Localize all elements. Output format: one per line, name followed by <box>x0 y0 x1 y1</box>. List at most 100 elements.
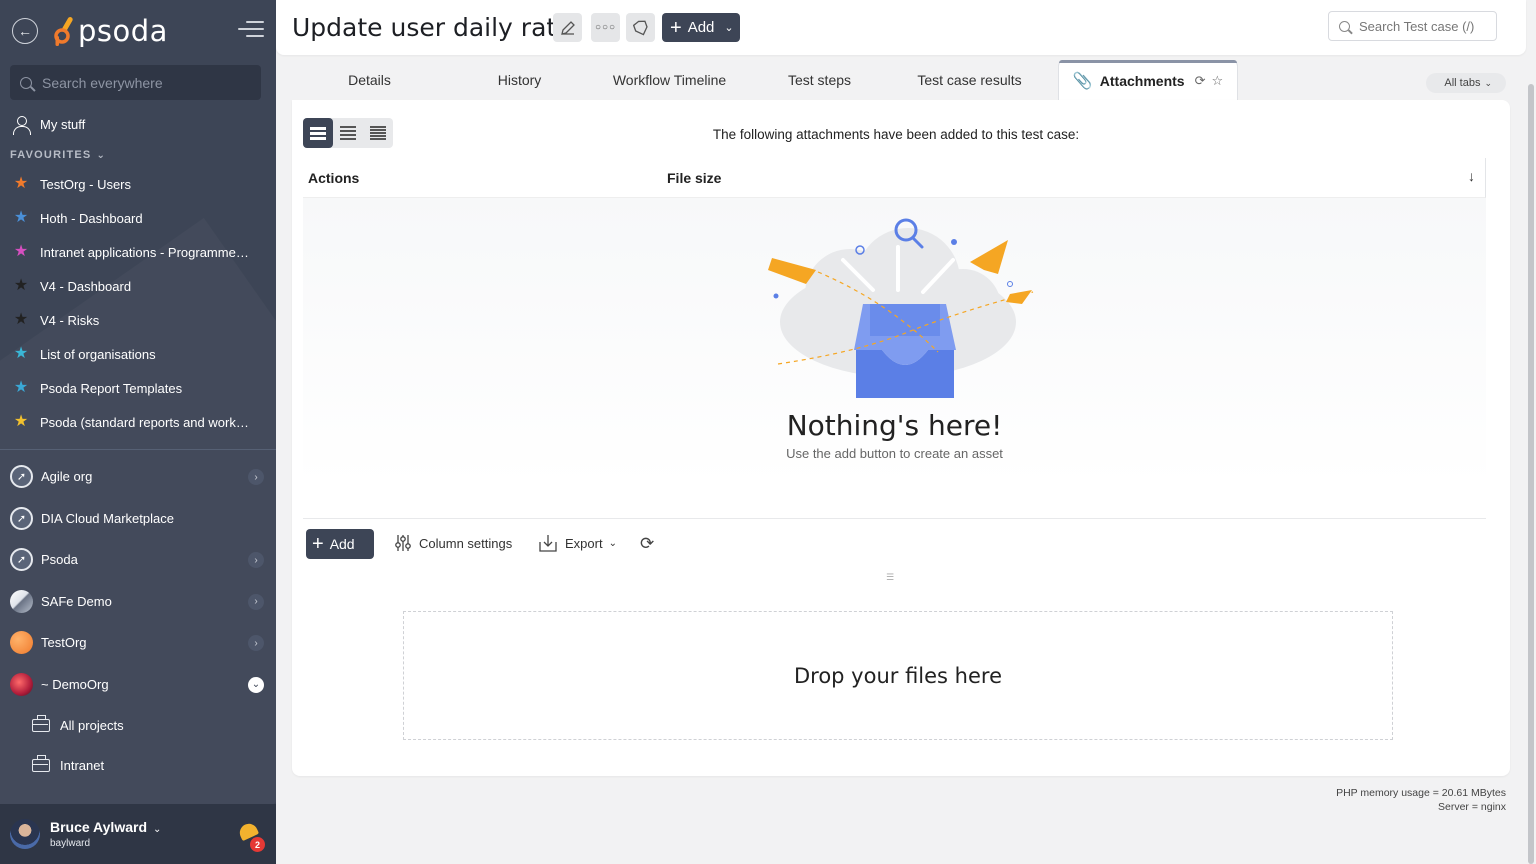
star-icon: ★ <box>13 277 29 294</box>
chevron-down-icon: ⌄ <box>153 824 162 835</box>
star-icon: ★ <box>13 413 29 430</box>
search-placeholder: Search Test case (/) <box>1359 18 1475 34</box>
column-settings-button[interactable]: Column settings <box>394 534 512 552</box>
user-menu[interactable]: Bruce Aylward ⌄ baylward 2 <box>0 804 276 864</box>
org-item-agile-org[interactable]: ➚ Agile org › <box>0 456 276 498</box>
export-label: Export <box>565 535 603 551</box>
org-item-safe-demo[interactable]: SAFe Demo › <box>0 581 276 623</box>
avatar <box>10 819 40 849</box>
back-icon[interactable]: ← <box>12 18 38 44</box>
chevron-down-icon: ⌄ <box>1484 77 1492 88</box>
tab-label: Attachments <box>1099 72 1185 89</box>
tab-workflow-timeline[interactable]: Workflow Timeline <box>592 60 747 100</box>
favourite-label: V4 - Risks <box>40 312 100 328</box>
chevron-right-icon[interactable]: › <box>248 552 264 568</box>
chevron-down-icon: ⌄ <box>608 537 617 549</box>
tab-test-case-results[interactable]: Test case results <box>892 60 1047 100</box>
chevron-down-icon[interactable]: ⌄ <box>248 676 264 693</box>
sidebar-header: ← psoda <box>0 0 276 62</box>
favourites-header[interactable]: FAVOURITES ⌄ <box>0 143 276 167</box>
export-button[interactable]: Export ⌄ <box>538 534 617 552</box>
briefcase-icon <box>32 754 50 772</box>
favourite-item[interactable]: ★ Hoth - Dashboard <box>0 201 276 235</box>
chevron-right-icon[interactable]: › <box>248 635 264 651</box>
ellipsis-icon: ○○○ <box>594 22 617 33</box>
sidebar: ← psoda Search everywhere My stuff FAVOU… <box>0 0 276 864</box>
favourite-label: V4 - Dashboard <box>40 278 132 294</box>
org-item-demoorg[interactable]: ~ DemoOrg ⌄ <box>0 664 276 706</box>
column-header-file-size[interactable]: File size <box>667 170 721 186</box>
favourite-item[interactable]: ★ List of organisations <box>0 337 276 371</box>
tab-test-steps[interactable]: Test steps <box>747 60 892 100</box>
edit-button[interactable] <box>553 13 582 42</box>
empty-state: Nothing's here! Use the add button to cr… <box>303 198 1486 518</box>
add-button-label: Add <box>687 19 715 36</box>
more-options-button[interactable]: ○○○ <box>591 13 620 42</box>
drag-handle-icon[interactable]: ☰ <box>886 572 894 583</box>
psoda-logo[interactable]: psoda <box>52 14 168 48</box>
star-icon: ★ <box>13 379 29 396</box>
star-icon: ★ <box>13 345 29 362</box>
org-label: DIA Cloud Marketplace <box>41 510 174 526</box>
org-label: ~ DemoOrg <box>41 676 109 692</box>
sidebar-item-my-stuff[interactable]: My stuff <box>0 107 276 141</box>
tab-label: Test case results <box>917 72 1022 88</box>
notification-count-badge: 2 <box>250 837 265 852</box>
org-item-psoda[interactable]: ➚ Psoda › <box>0 539 276 581</box>
search-input[interactable]: Search Test case (/) <box>1328 11 1497 41</box>
scrollbar[interactable] <box>1528 84 1534 864</box>
star-outline-icon[interactable]: ☆ <box>1211 73 1223 89</box>
tab-history[interactable]: History <box>447 60 592 100</box>
sub-item-label: Intranet <box>60 757 105 773</box>
sidebar-item-intranet[interactable]: Intranet <box>0 745 276 785</box>
memory-usage: PHP memory usage = 20.61 MBytes <box>1336 787 1506 799</box>
favourite-label: Hoth - Dashboard <box>40 210 143 226</box>
user-icon <box>12 115 31 135</box>
org-avatar <box>10 589 33 613</box>
collapse-sidebar-icon[interactable] <box>238 21 264 41</box>
favourite-item[interactable]: ★ TestOrg - Users <box>0 167 276 201</box>
plus-icon: + <box>312 533 324 555</box>
org-item-dia-cloud-marketplace[interactable]: ➚ DIA Cloud Marketplace <box>0 498 276 540</box>
org-avatar: ➚ <box>10 548 33 572</box>
user-name: Bruce Aylward ⌄ <box>50 819 161 835</box>
org-item-testorg[interactable]: TestOrg › <box>0 622 276 664</box>
favourite-label: Intranet applications - Programme… <box>40 244 249 260</box>
favourite-label: TestOrg - Users <box>40 176 132 192</box>
favourite-item[interactable]: ★ Psoda Report Templates <box>0 371 276 405</box>
org-avatar <box>10 631 33 655</box>
refresh-button[interactable]: ⟳ <box>640 534 661 554</box>
refresh-icon: ⟳ <box>640 534 655 553</box>
add-attachment-label: Add <box>329 536 355 552</box>
export-icon <box>539 535 557 552</box>
favourite-label: Psoda Report Templates <box>40 380 183 396</box>
sort-arrow-icon[interactable]: ↓ <box>1468 168 1475 184</box>
plus-icon: + <box>670 16 682 39</box>
chevron-right-icon[interactable]: › <box>248 593 264 610</box>
tab-attachments[interactable]: 📎 Attachments ⟳ ☆ <box>1058 60 1238 100</box>
favourite-item[interactable]: ★ Psoda (standard reports and work… <box>0 405 276 439</box>
star-icon: ★ <box>13 311 29 328</box>
file-dropzone[interactable]: Drop your files here <box>403 611 1393 740</box>
favourite-item[interactable]: ★ V4 - Risks <box>0 303 276 337</box>
sidebar-item-all-projects[interactable]: All projects <box>0 705 276 745</box>
all-tabs-button[interactable]: All tabs ⌄ <box>1426 73 1506 93</box>
org-avatar: ➚ <box>10 506 33 530</box>
refresh-icon[interactable]: ⟳ <box>1195 73 1206 89</box>
sidebar-search-input[interactable]: Search everywhere <box>10 65 261 100</box>
tab-details[interactable]: Details <box>292 60 447 100</box>
chevron-down-icon: ⌄ <box>96 149 107 161</box>
favourite-item[interactable]: ★ V4 - Dashboard <box>0 269 276 303</box>
add-attachment-button[interactable]: + Add <box>306 529 374 559</box>
tag-button[interactable] <box>626 13 655 42</box>
all-tabs-label: All tabs <box>1444 77 1481 89</box>
org-avatar: ➚ <box>10 465 33 489</box>
sub-item-label: All projects <box>60 717 124 733</box>
favourite-item[interactable]: ★ Intranet applications - Programme… <box>0 235 276 269</box>
org-label: Agile org <box>41 469 93 485</box>
add-button[interactable]: + Add ⌄ <box>662 13 740 42</box>
chevron-right-icon[interactable]: › <box>248 469 264 485</box>
column-header-actions[interactable]: Actions <box>308 170 359 186</box>
notifications-button[interactable]: 2 <box>236 820 265 852</box>
sidebar-divider <box>0 449 276 450</box>
